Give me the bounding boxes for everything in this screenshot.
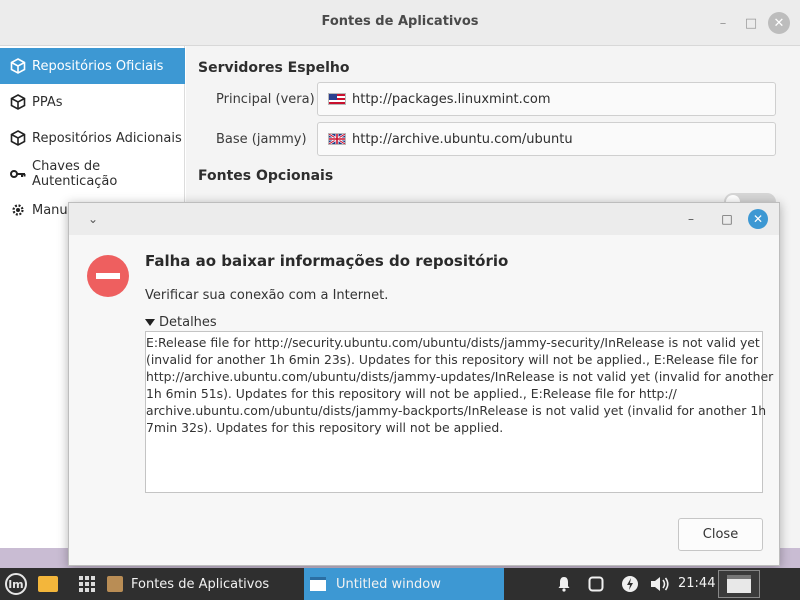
optional-sources-title: Fontes Opcionais <box>198 168 334 184</box>
details-line: (invalid for another 1h 6min 23s). Updat… <box>146 352 759 367</box>
taskbar-item-label: Untitled window <box>336 576 441 592</box>
error-stop-icon <box>87 255 129 297</box>
sidebar-item-ppas[interactable]: PPAs <box>0 84 185 120</box>
sidebar-item-additional-repositories[interactable]: Repositórios Adicionais <box>0 120 185 156</box>
maximize-button[interactable]: □ <box>740 12 762 34</box>
details-text-area[interactable]: E:Release file for http://security.ubunt… <box>145 331 774 493</box>
taskbar-item-untitled-window[interactable]: Untitled window <box>304 568 504 600</box>
package-icon <box>10 58 26 74</box>
window-icon <box>310 577 326 591</box>
sidebar-item-label: Manu <box>32 202 68 218</box>
volume-icon[interactable] <box>650 574 670 594</box>
window-title: Fontes de Aplicativos <box>321 14 479 29</box>
details-line: E:Release file for http://security.ubunt… <box>146 335 760 350</box>
minimize-button[interactable]: – <box>712 12 734 34</box>
base-mirror-label: Base (jammy) <box>216 132 307 147</box>
dialog-close-button[interactable]: ✕ <box>748 209 768 229</box>
details-expander[interactable]: Detalhes <box>145 315 217 330</box>
dialog-message: Verificar sua conexão com a Internet. <box>145 288 389 303</box>
uk-flag-icon <box>328 133 346 145</box>
sidebar-item-label: Repositórios Oficiais <box>32 58 164 74</box>
key-icon <box>10 166 26 182</box>
power-icon[interactable] <box>620 574 640 594</box>
linux-mint-menu-icon[interactable]: lm <box>5 573 27 595</box>
main-titlebar[interactable]: Fontes de Aplicativos – □ ✕ <box>0 0 800 46</box>
us-flag-icon <box>328 93 346 105</box>
package-icon <box>10 130 26 146</box>
clock[interactable]: 21:44 <box>678 576 715 591</box>
sidebar-item-label: Chaves de Autenticação <box>32 159 118 189</box>
package-icon <box>107 576 123 592</box>
show-desktop-grid-icon[interactable] <box>78 575 96 593</box>
close-button[interactable]: Close <box>678 518 763 551</box>
details-line: 7min 32s). Updates for this repository w… <box>146 420 504 435</box>
update-manager-icon[interactable] <box>586 574 606 594</box>
error-dialog: ⌄ – □ ✕ Falha ao baixar informações do r… <box>68 202 780 566</box>
base-mirror-button[interactable]: http://archive.ubuntu.com/ubuntu <box>317 122 776 156</box>
taskbar: lm Fontes de Aplicativos Untitled window… <box>0 568 800 600</box>
triangle-down-icon <box>145 319 155 326</box>
gear-icon <box>10 202 26 218</box>
dialog-titlebar[interactable]: ⌄ – □ ✕ <box>69 203 779 235</box>
folder-icon[interactable] <box>38 576 58 592</box>
dialog-minimize-button[interactable]: – <box>681 209 701 229</box>
mirrors-section-title: Servidores Espelho <box>198 60 350 76</box>
details-line: http://archive.ubuntu.com/ubuntu/dists/j… <box>146 369 774 384</box>
chevron-down-icon[interactable]: ⌄ <box>83 209 103 229</box>
sidebar-item-label: PPAs <box>32 94 63 110</box>
sidebar-item-label: Repositórios Adicionais <box>32 130 182 146</box>
main-mirror-url: http://packages.linuxmint.com <box>352 91 551 107</box>
bell-icon[interactable] <box>554 574 574 594</box>
taskbar-item-software-sources[interactable]: Fontes de Aplicativos <box>100 568 300 600</box>
sidebar-item-authentication-keys[interactable]: Chaves de Autenticação <box>0 156 185 192</box>
base-mirror-url: http://archive.ubuntu.com/ubuntu <box>352 131 573 147</box>
workspace-switcher[interactable] <box>718 570 760 598</box>
details-line: archive.ubuntu.com/ubuntu/dists/jammy-ba… <box>146 403 767 418</box>
close-button[interactable]: ✕ <box>768 12 790 34</box>
details-label: Detalhes <box>159 315 217 330</box>
package-icon <box>10 94 26 110</box>
sidebar-item-official-repositories[interactable]: Repositórios Oficiais <box>0 48 185 84</box>
taskbar-item-label: Fontes de Aplicativos <box>131 576 270 592</box>
main-mirror-label: Principal (vera) <box>216 92 315 107</box>
main-mirror-button[interactable]: http://packages.linuxmint.com <box>317 82 776 116</box>
dialog-maximize-button[interactable]: □ <box>717 209 737 229</box>
dialog-heading: Falha ao baixar informações do repositór… <box>145 252 509 270</box>
details-line: 1h 6min 51s). Updates for this repositor… <box>146 386 677 401</box>
